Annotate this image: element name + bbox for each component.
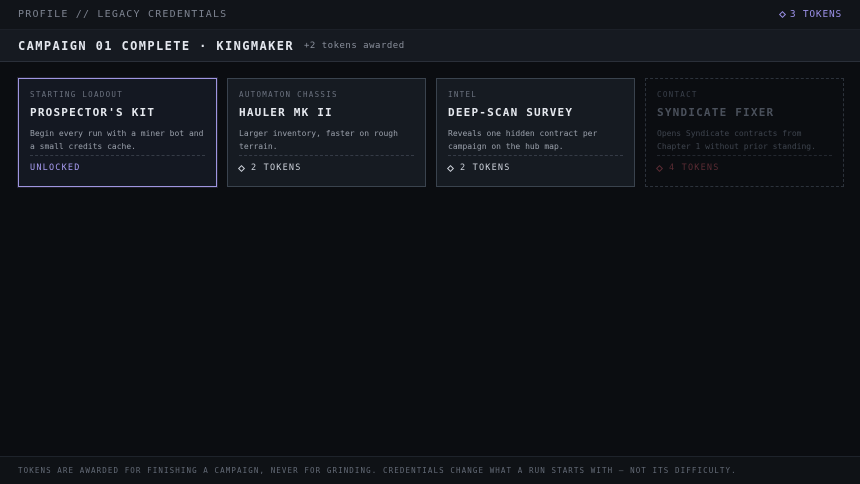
card-category: CONTACT	[657, 90, 698, 99]
banner-subtitle: +2 tokens awarded	[304, 40, 405, 51]
card-cost-label: 4 TOKENS	[669, 163, 720, 173]
card-description: Larger inventory, faster on rough terrai…	[239, 129, 398, 151]
token-icon	[237, 164, 246, 172]
breadcrumb: PROFILE // LEGACY CREDENTIALS	[18, 9, 228, 20]
card-description: Begin every run with a miner bot and a s…	[30, 129, 204, 151]
card-divider	[448, 155, 623, 156]
token-icon	[655, 164, 664, 172]
card-cost-label: 2 TOKENS	[251, 163, 302, 173]
card-status: UNLOCKED	[30, 163, 205, 173]
token-icon	[446, 164, 455, 172]
card-cost: 2 TOKENS	[237, 163, 414, 173]
card-title: HAULER MK II	[239, 106, 333, 119]
card-title: PROSPECTOR'S KIT	[30, 106, 156, 119]
card-divider	[30, 155, 205, 156]
card-syndicate-fixer[interactable]: CONTACT SYNDICATE FIXER Opens Syndicate …	[645, 78, 844, 187]
campaign-banner: CAMPAIGN 01 COMPLETE · KINGMAKER +2 toke…	[0, 30, 860, 62]
banner-title: CAMPAIGN 01 COMPLETE · KINGMAKER	[18, 38, 294, 53]
footer-note: TOKENS ARE AWARDED FOR FINISHING A CAMPA…	[0, 456, 860, 484]
card-cost: 2 TOKENS	[446, 163, 623, 173]
card-hauler-mk-ii[interactable]: AUTOMATON CHASSIS HAULER MK II Larger in…	[227, 78, 426, 187]
card-prospectors-kit[interactable]: STARTING LOADOUT PROSPECTOR'S KIT Begin …	[18, 78, 217, 187]
card-status-label: UNLOCKED	[30, 163, 81, 173]
token-balance: 3 TOKENS	[778, 9, 842, 20]
card-cost: 4 TOKENS	[655, 163, 832, 173]
card-divider	[657, 155, 832, 156]
card-divider	[239, 155, 414, 156]
card-title: DEEP-SCAN SURVEY	[448, 106, 574, 119]
card-category: AUTOMATON CHASSIS	[239, 90, 338, 99]
card-title: SYNDICATE FIXER	[657, 106, 775, 119]
card-cost-label: 2 TOKENS	[460, 163, 511, 173]
footer-text: TOKENS ARE AWARDED FOR FINISHING A CAMPA…	[18, 466, 737, 475]
card-deep-scan-survey[interactable]: INTEL DEEP-SCAN SURVEY Reveals one hidde…	[436, 78, 635, 187]
token-balance-label: 3 TOKENS	[789, 9, 842, 20]
token-icon	[778, 10, 786, 19]
card-category: STARTING LOADOUT	[30, 90, 124, 99]
card-category: INTEL	[448, 90, 478, 99]
card-description: Opens Syndicate contracts from Chapter 1…	[657, 129, 816, 151]
top-bar: PROFILE // LEGACY CREDENTIALS 3 TOKENS	[0, 0, 860, 30]
credential-cards: STARTING LOADOUT PROSPECTOR'S KIT Begin …	[18, 78, 844, 187]
card-description: Reveals one hidden contract per campaign…	[448, 129, 598, 151]
